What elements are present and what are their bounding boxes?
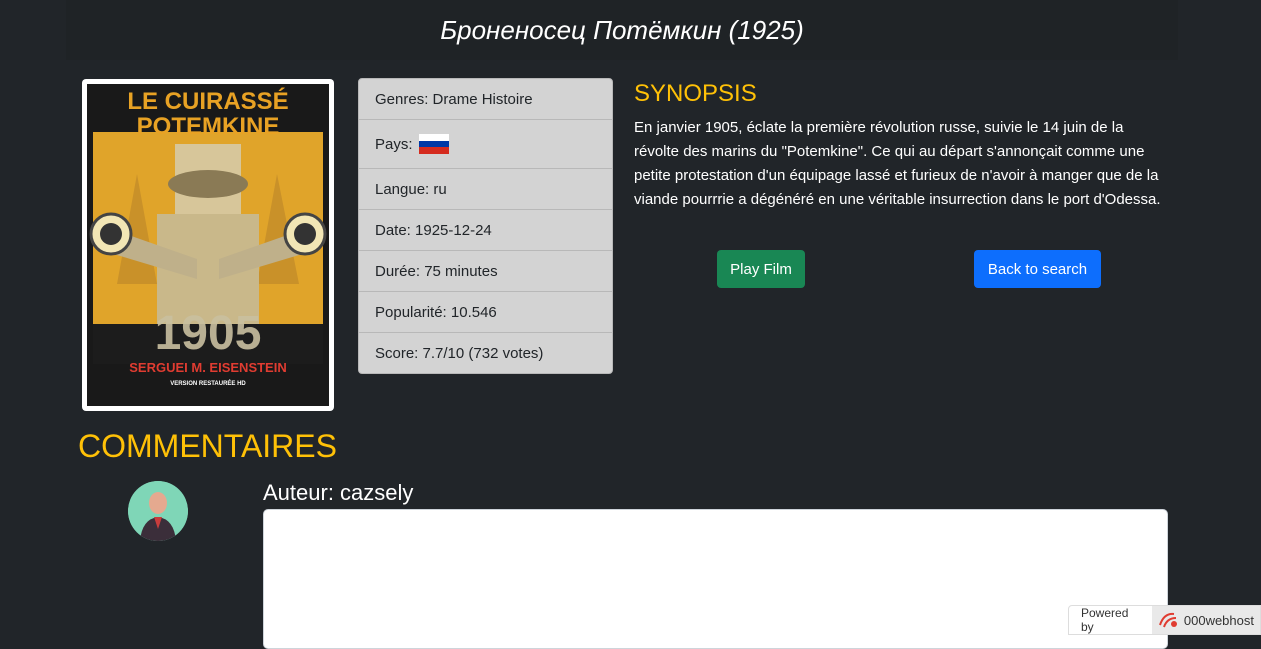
- poster-director: SERGUEI M. EISENSTEIN: [129, 360, 286, 375]
- host-logo[interactable]: 000webhost: [1151, 606, 1260, 634]
- comments-heading: COMMENTAIRES: [78, 428, 337, 464]
- info-score: Score: 7.7/10 (732 votes): [359, 332, 612, 373]
- poster-title-line1: LE CUIRASSÉ: [127, 87, 288, 115]
- back-to-search-button[interactable]: Back to search: [974, 250, 1101, 288]
- duration-text: Durée: 75 minutes: [375, 262, 498, 280]
- date-text: Date: 1925-12-24: [375, 221, 492, 239]
- page-header: Броненосец Потёмкин (1925): [66, 0, 1178, 60]
- russia-flag-icon: [418, 134, 449, 154]
- info-genres: Genres: Drame Histoire: [359, 79, 612, 119]
- poster-year: 1905: [155, 307, 262, 360]
- synopsis-text: En janvier 1905, éclate la première révo…: [634, 119, 1161, 208]
- info-popularity: Popularité: 10.546: [359, 291, 612, 332]
- language-text: Langue: ru: [375, 180, 447, 198]
- info-language: Langue: ru: [359, 168, 612, 209]
- synopsis-heading: SYNOPSIS: [634, 80, 757, 107]
- page-title: Броненосец Потёмкин (1925): [440, 15, 804, 45]
- movie-info-list: Genres: Drame Histoire Pays: Langue: ru …: [358, 78, 613, 374]
- country-label: Pays:: [375, 135, 413, 153]
- play-film-button[interactable]: Play Film: [717, 250, 805, 288]
- poster-version: VERSION RESTAURÉE HD: [170, 379, 246, 387]
- comment-textarea[interactable]: [263, 509, 1168, 649]
- user-avatar-icon: [128, 481, 188, 541]
- genres-text: Genres: Drame Histoire: [375, 90, 533, 108]
- info-date: Date: 1925-12-24: [359, 209, 612, 250]
- powered-by-badge[interactable]: Powered by 000webhost: [1068, 605, 1261, 635]
- comment-author: Auteur: cazsely: [263, 480, 414, 505]
- host-name: 000webhost: [1183, 612, 1254, 628]
- info-duration: Durée: 75 minutes: [359, 250, 612, 291]
- poster-title-line2: POTEMKINE: [137, 113, 280, 140]
- popularity-text: Popularité: 10.546: [375, 303, 497, 321]
- powered-by-label: Powered by: [1081, 606, 1129, 634]
- movie-poster: LE CUIRASSÉ POTEMKINE 1905 SERGUEI M. EI…: [82, 79, 334, 411]
- poster-image: LE CUIRASSÉ POTEMKINE 1905 SERGUEI M. EI…: [87, 84, 329, 406]
- webhost-logo-icon: [1158, 612, 1177, 628]
- score-text: Score: 7.7/10 (732 votes): [375, 344, 544, 362]
- info-country: Pays:: [359, 119, 612, 168]
